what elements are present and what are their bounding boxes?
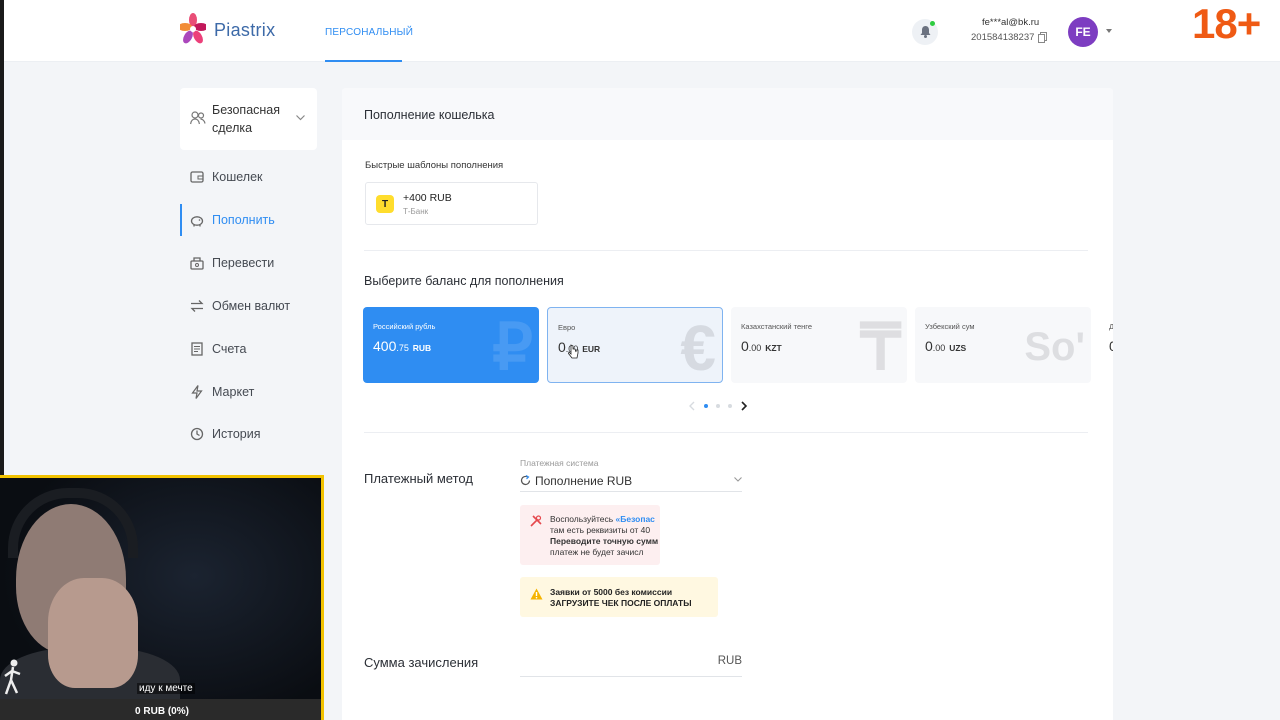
tenge-symbol-icon: ₸ [860,311,901,383]
sidebar-item-deposit[interactable]: Пополнить [180,204,317,236]
balance-currency-name: Евро [558,323,576,332]
history-icon [190,427,204,441]
som-symbol-icon: So' [1024,325,1085,369]
chevron-down-icon [734,477,742,482]
safe-deal-notice-text: Воспользуйтесь «Безопас там есть реквизи… [550,514,659,557]
warning-triangle-icon [530,588,543,600]
sidebar-item-label: Счета [212,342,247,356]
balance-amount: 0 [1109,338,1113,354]
amount-input[interactable]: RUB [520,650,742,677]
commission-notice: Заявки от 5000 без комиссии ЗАГРУЗИТЕ ЧЕ… [520,577,718,617]
piastrix-logo[interactable]: Piastrix [180,12,275,48]
stream-caption: иду к мечте [137,683,195,694]
payment-method-label: Платежный метод [364,471,473,486]
tbank-logo-icon: Т [376,195,394,213]
balance-card-uzs[interactable]: So' Узбекский сум 0.00 UZS [915,307,1091,383]
user-email: fe***al@bk.ru [982,17,1040,28]
amount-currency: RUB [717,655,742,667]
top-header: Piastrix ПЕРСОНАЛЬНЫЙ fe***al@bk.ru 2015… [0,0,1280,62]
sidebar-item-market[interactable]: Маркет [180,376,317,408]
sidebar-item-exchange[interactable]: Обмен валют [180,290,317,322]
notification-dot [930,21,935,26]
chevron-right-icon[interactable] [740,401,748,411]
user-id: 201584138237 [971,32,1048,43]
commission-notice-text: Заявки от 5000 без комиссии ЗАГРУЗИТЕ ЧЕ… [550,587,692,608]
payment-system-select[interactable]: Пополнение RUB [520,470,742,492]
divider [364,432,1088,433]
sidebar-item-label: Обмен валют [212,299,291,313]
payment-system-value: Пополнение RUB [535,473,633,488]
wallet-icon [190,171,204,183]
amount-label: Сумма зачисления [364,655,479,670]
tab-personal[interactable]: ПЕРСОНАЛЬНЫЙ [325,27,413,38]
balance-card-kzt[interactable]: ₸ Казахстанский тенге 0.00 KZT [731,307,907,383]
chevron-down-icon [296,115,305,121]
balance-amount: 0.00 KZT [741,338,782,354]
chevron-down-icon[interactable] [1106,29,1112,33]
safe-deal-link[interactable]: «Безопас [616,514,655,524]
balance-section-label: Выберите баланс для пополнения [364,274,564,288]
template-amount: +400 RUB [403,192,452,204]
piggy-bank-icon [190,216,204,227]
ruble-symbol-icon: ₽ [492,311,533,383]
euro-symbol-icon: € [680,312,716,383]
mouse-cursor-icon [568,344,579,359]
page-title: Пополнение кошелька [364,108,495,122]
divider [364,250,1088,251]
balance-currency-name: Российский рубль [373,322,436,331]
webcam-person-hand [48,578,138,688]
flower-logo-icon [180,13,206,44]
sidebar-item-history[interactable]: История [180,418,317,450]
pager-dot[interactable] [728,404,732,408]
user-id-text: 201584138237 [971,32,1035,43]
donation-progress-text: 0 RUB (0%) [135,706,189,717]
sidebar-item-transfer[interactable]: Перевести [180,247,317,279]
safe-deal-label: Безопасная сделка [212,103,281,135]
balance-card-eur[interactable]: € Евро 0.00 EUR [547,307,723,383]
sidebar-item-label: История [212,427,261,441]
pager-dot[interactable] [716,404,720,408]
sidebar-item-invoices[interactable]: Счета [180,333,317,365]
sidebar-item-label: Пополнить [212,213,275,227]
lightning-icon [191,385,203,399]
template-bank: Т-Банк [403,207,429,216]
pager-dot[interactable] [704,404,708,408]
sidebar-item-label: Перевести [212,256,275,270]
payment-system-caption: Платежная система [520,458,599,468]
quick-template-card[interactable]: Т +400 RUB Т-Банк [365,182,538,225]
webcam-overlay: иду к мечте 0 RUB (0%) [0,475,324,720]
sidebar-item-wallet[interactable]: Кошелек [180,161,317,193]
active-tab-indicator [325,60,402,62]
notifications-button[interactable] [912,19,938,45]
sidebar-item-label: Кошелек [212,170,263,184]
balance-currency-name: Казахстанский тенге [741,322,813,331]
avatar[interactable]: FE [1068,17,1098,47]
safe-deal-dropdown[interactable]: Безопасная сделка [180,88,317,150]
exchange-icon [190,300,204,312]
balance-card-rub[interactable]: ₽ Российский рубль 400.75 RUB [363,307,539,383]
balance-currency-name: Узбекский сум [925,322,975,331]
templates-label: Быстрые шаблоны пополнения [365,160,504,171]
invoice-icon [191,342,203,356]
copy-icon[interactable] [1038,32,1048,43]
tools-icon [530,515,542,527]
balance-amount: 400.75 RUB [373,338,432,354]
refresh-icon [520,475,531,486]
bell-icon [920,26,930,38]
age-rating-badge: 18+ [1192,0,1261,47]
carousel-pager [688,401,748,411]
runner-figure-icon [4,659,21,695]
users-icon [190,111,206,125]
safe-deal-notice: Воспользуйтесь «Безопас там есть реквизи… [520,505,660,565]
balance-currency-name: Д [1109,322,1113,331]
chevron-left-icon[interactable] [688,401,696,411]
logo-text: Piastrix [214,19,276,40]
panel-header: Пополнение кошелька [342,88,1113,140]
balance-amount: 0.00 UZS [925,338,967,354]
deposit-panel: Пополнение кошелька Быстрые шаблоны попо… [342,88,1113,720]
sidebar-item-label: Маркет [212,385,255,399]
transfer-icon [190,257,204,270]
balance-card-partial[interactable]: Д 0 [1099,307,1113,383]
